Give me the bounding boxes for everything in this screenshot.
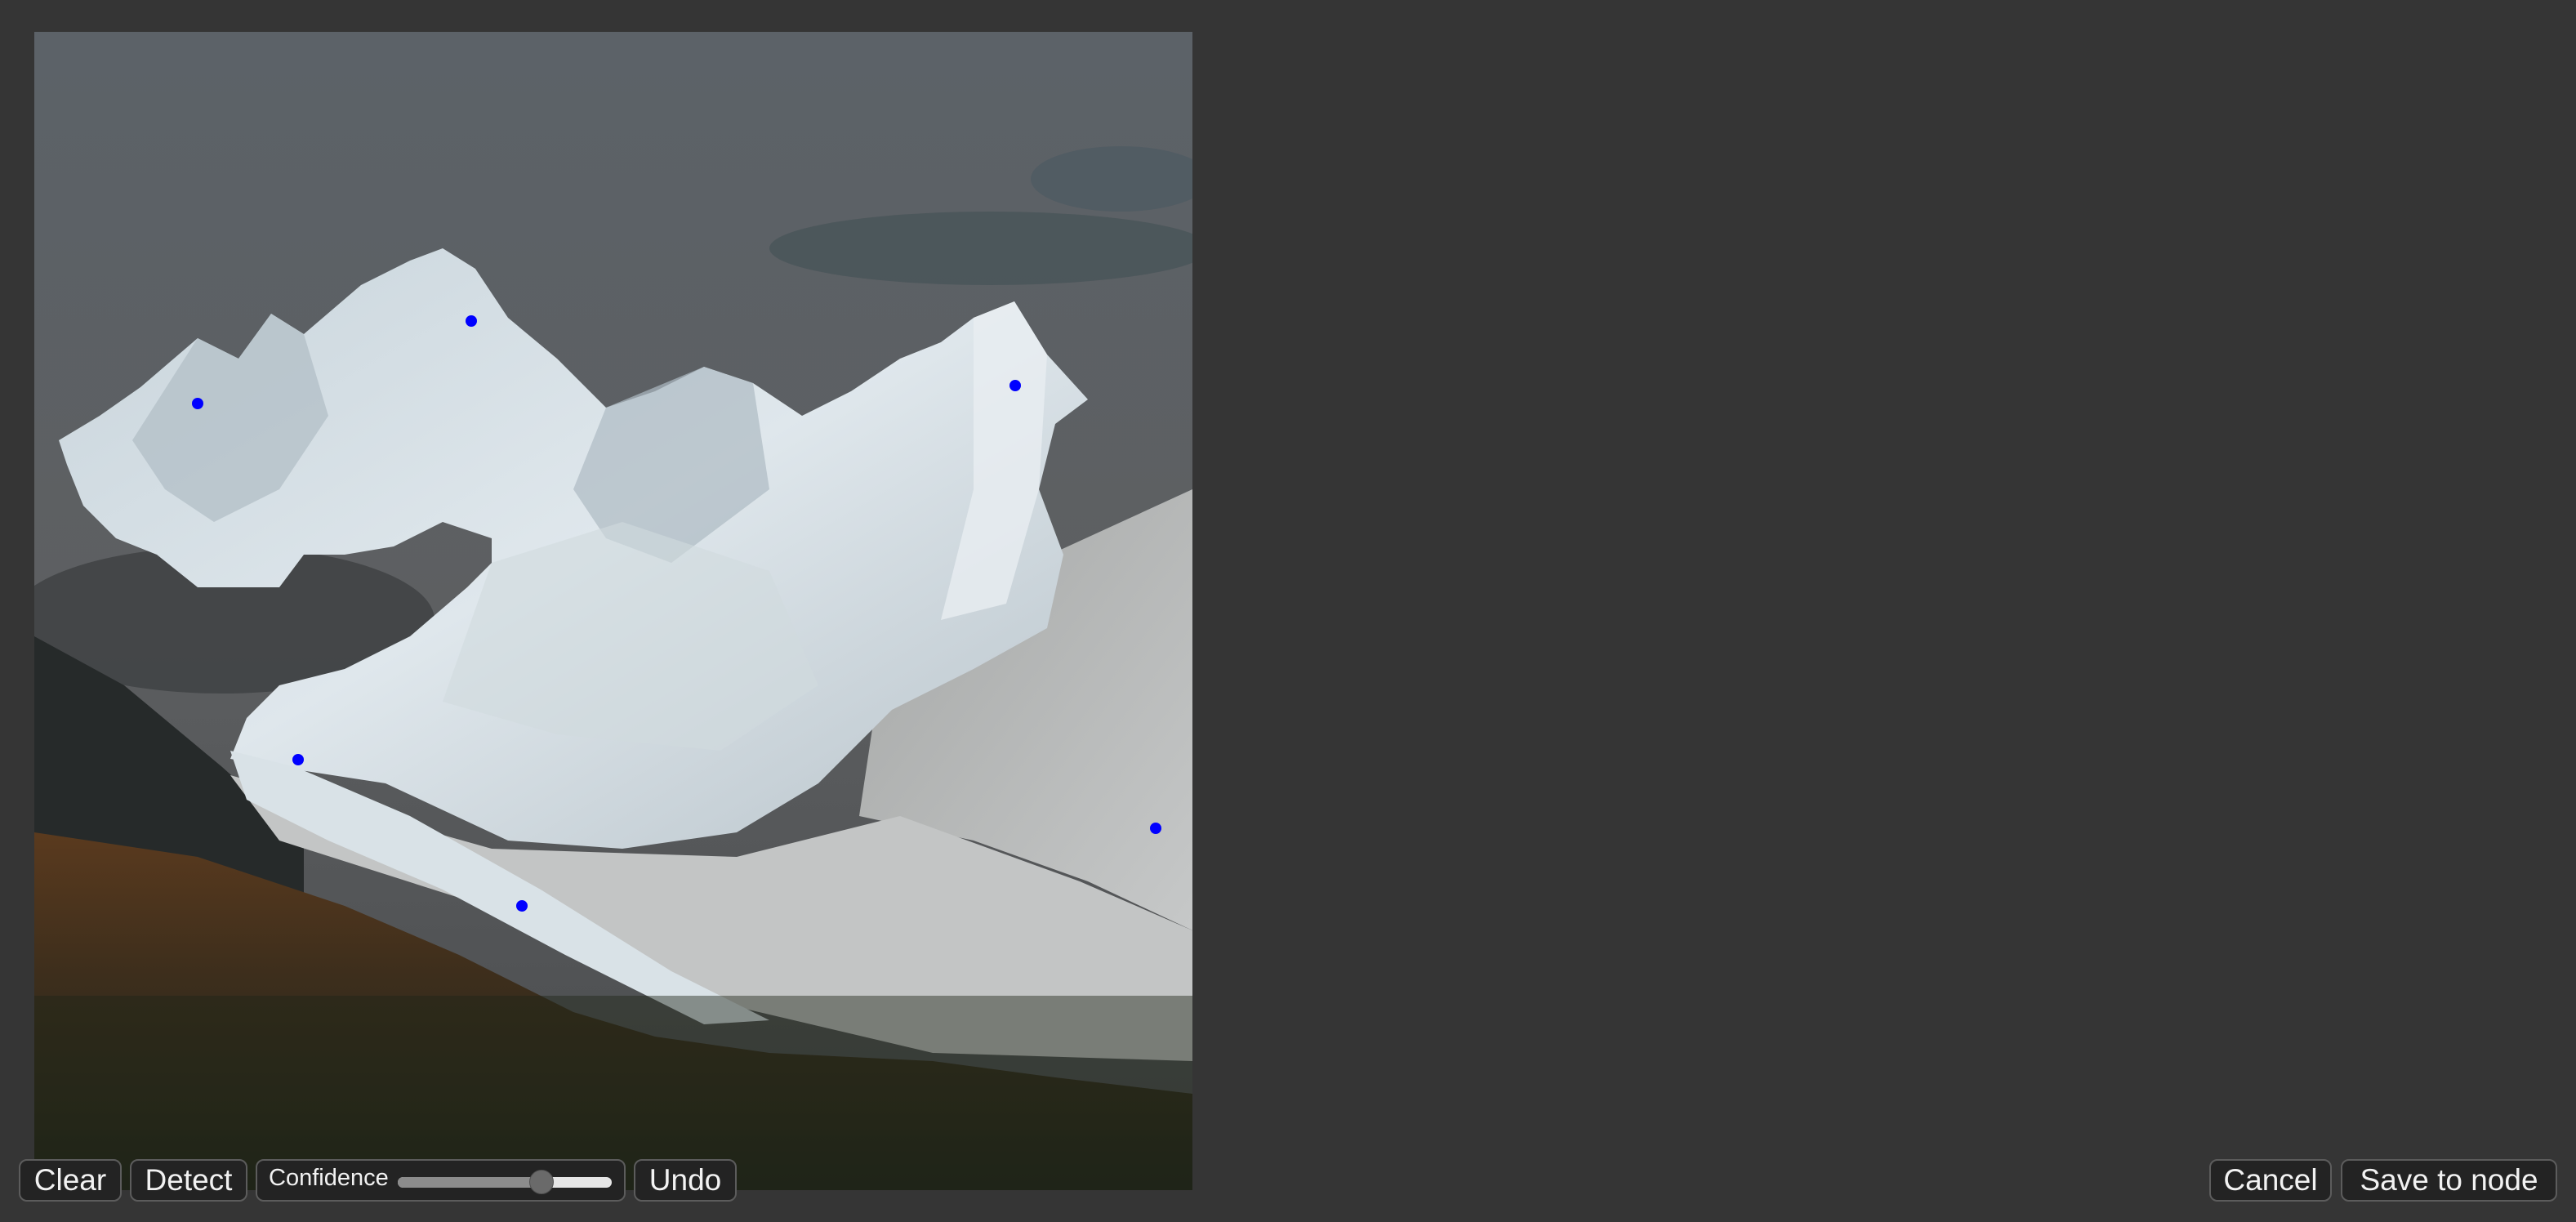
point-marker[interactable] bbox=[1150, 823, 1161, 834]
point-marker[interactable] bbox=[466, 315, 477, 327]
confidence-slider-thumb[interactable] bbox=[528, 1170, 554, 1194]
undo-button[interactable]: Undo bbox=[634, 1159, 737, 1202]
confidence-label: Confidence bbox=[269, 1165, 389, 1191]
confidence-slider-group: Confidence bbox=[256, 1159, 626, 1202]
confidence-slider-fill bbox=[398, 1177, 541, 1188]
save-to-node-button[interactable]: Save to node bbox=[2341, 1159, 2557, 1202]
image-canvas[interactable] bbox=[34, 32, 1192, 1190]
point-marker[interactable] bbox=[192, 398, 203, 409]
cancel-button[interactable]: Cancel bbox=[2209, 1159, 2332, 1202]
mask-editor: Clear Detect Confidence Undo Cancel Save… bbox=[0, 0, 2576, 1222]
clear-button[interactable]: Clear bbox=[19, 1159, 122, 1202]
detect-button[interactable]: Detect bbox=[130, 1159, 247, 1202]
mountain-image[interactable] bbox=[34, 32, 1192, 1190]
cloud bbox=[769, 212, 1192, 285]
point-marker[interactable] bbox=[1009, 380, 1021, 391]
confidence-slider-track[interactable] bbox=[398, 1177, 612, 1188]
point-marker[interactable] bbox=[516, 900, 528, 912]
point-marker[interactable] bbox=[292, 754, 304, 765]
